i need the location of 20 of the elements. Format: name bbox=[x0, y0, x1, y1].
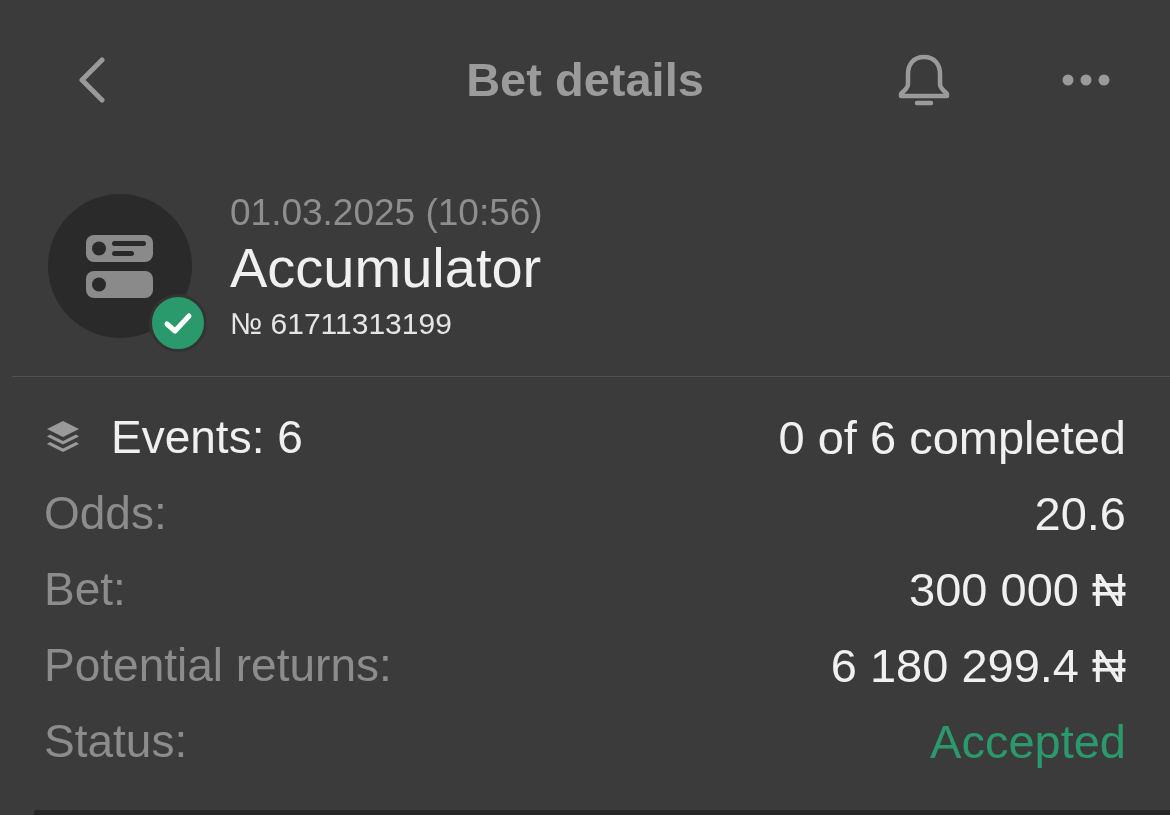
status-value: Accepted bbox=[930, 713, 1126, 769]
events-count: Events: 6 bbox=[111, 410, 303, 464]
back-icon[interactable] bbox=[78, 57, 106, 103]
detail-label: Odds: bbox=[44, 486, 167, 540]
more-icon[interactable] bbox=[1062, 74, 1110, 86]
events-summary-text: 0 of 6 completed bbox=[778, 409, 1126, 465]
bet-type: Accumulator bbox=[230, 235, 543, 301]
detail-value: 6 180 299.4 ₦ bbox=[830, 637, 1126, 693]
layers-icon bbox=[45, 419, 81, 455]
check-badge-icon bbox=[149, 294, 207, 352]
bet-slip-icon bbox=[48, 194, 192, 338]
bell-icon[interactable] bbox=[896, 52, 952, 108]
detail-label: Status: bbox=[44, 714, 188, 768]
page-title: Bet details bbox=[466, 52, 704, 108]
bet-number: № 61711313199 bbox=[230, 306, 453, 342]
detail-label: Bet: bbox=[44, 562, 126, 616]
detail-value: 20.6 bbox=[1034, 485, 1126, 541]
detail-label: Potential returns: bbox=[44, 638, 392, 692]
bet-date: 01.03.2025 (10:56) bbox=[230, 191, 543, 235]
detail-value: 300 000 ₦ bbox=[909, 561, 1126, 617]
